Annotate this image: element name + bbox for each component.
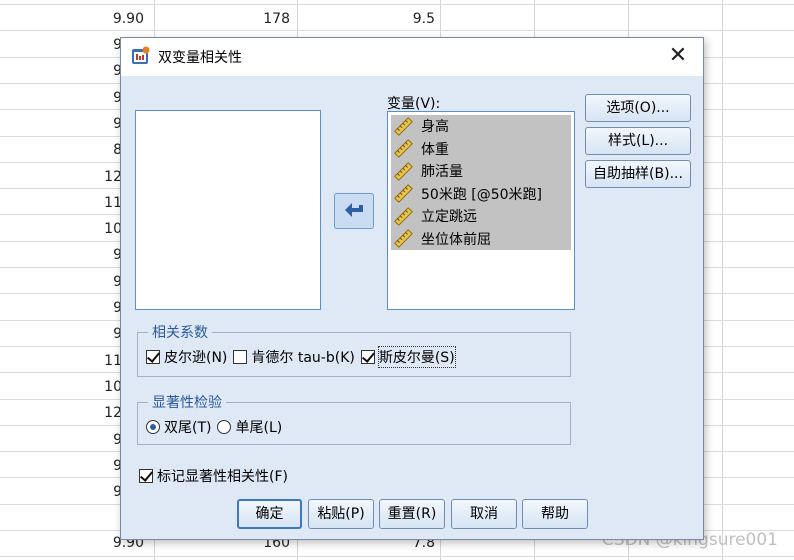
scale-variable-icon — [394, 139, 413, 159]
app-icon — [132, 46, 150, 64]
sheet-cell[interactable]: 9 — [60, 321, 122, 347]
sheet-cell[interactable]: 12 — [60, 164, 122, 190]
variable-label: 身高 — [421, 119, 449, 136]
radio-label: 双尾(T) — [164, 420, 212, 436]
significance-test-group: 显著性检验 双尾(T) 单尾(L) — [137, 392, 571, 445]
variable-label: 体重 — [421, 141, 449, 158]
radio-button[interactable] — [217, 420, 232, 434]
variable-label: 50米跑 [@50米跑] — [421, 186, 543, 203]
radio-label: 单尾(L) — [235, 420, 283, 436]
variable-item[interactable]: 体重 — [391, 137, 571, 160]
paste-button[interactable]: 粘贴(P) — [308, 499, 374, 529]
spearman-checkbox[interactable]: 斯皮尔曼(S) — [360, 346, 456, 368]
scale-variable-icon — [394, 116, 413, 136]
cancel-button[interactable]: 取消 — [451, 499, 517, 529]
sheet-cell[interactable]: 178 — [200, 6, 290, 32]
sheet-cell[interactable]: 10 — [60, 216, 122, 242]
options-button[interactable]: 选项(O)... — [585, 94, 691, 122]
variable-item[interactable]: 身高 — [391, 115, 571, 138]
variable-label: 坐位体前屈 — [421, 231, 491, 248]
sheet-cell[interactable]: 9 — [60, 58, 122, 84]
checkbox-box[interactable] — [233, 350, 248, 364]
two-tailed-radio[interactable]: 双尾(T) — [146, 417, 211, 437]
scale-variable-icon — [394, 184, 413, 204]
grid-column-line — [722, 0, 723, 560]
group-title: 相关系数 — [148, 322, 212, 342]
variable-item[interactable]: 肺活量 — [391, 160, 571, 183]
checkbox-label: 肯德尔 tau-b(K) — [251, 350, 355, 366]
bootstrap-button[interactable]: 自助抽样(B)... — [585, 160, 691, 188]
close-icon: ✕ — [668, 43, 688, 68]
close-button[interactable]: ✕ — [665, 44, 691, 70]
checkbox-label: 斯皮尔曼(S) — [377, 346, 456, 368]
style-button[interactable]: 样式(L)... — [585, 127, 691, 155]
sheet-cell[interactable]: 9 — [60, 111, 122, 137]
help-button[interactable]: 帮助 — [522, 499, 588, 529]
arrow-left-icon — [345, 203, 363, 217]
scale-variable-icon — [394, 229, 413, 249]
checkbox-box[interactable] — [146, 350, 160, 364]
variables-label: 变量(V): — [387, 96, 441, 112]
grid-row-line — [0, 556, 794, 558]
sheet-cell[interactable]: 9.5 — [343, 6, 435, 32]
sheet-cell[interactable]: 9 — [60, 295, 122, 321]
correlation-coefficients-group: 相关系数 皮尔逊(N) 肯德尔 tau-b(K) 斯皮尔曼(S) — [137, 322, 571, 377]
variable-item[interactable]: 坐位体前屈 — [391, 227, 571, 250]
scale-variable-icon — [394, 161, 413, 181]
sheet-cell[interactable]: 11 — [60, 190, 122, 216]
bivariate-correlations-dialog: 双变量相关性 ✕ 变量(V): 身高体重肺活量 50米跑 [@50米跑] 立定跳远坐… — [120, 37, 704, 540]
group-title: 显著性检验 — [148, 392, 226, 412]
move-variable-button[interactable] — [334, 193, 374, 229]
scale-variable-icon — [394, 206, 413, 226]
sheet-cell[interactable]: 12 — [60, 400, 122, 426]
sheet-cell[interactable]: 9 — [60, 453, 122, 479]
checkbox-box[interactable] — [360, 350, 375, 364]
selected-variable-list[interactable]: 身高体重肺活量 50米跑 [@50米跑] 立定跳远坐位体前屈 — [387, 111, 575, 310]
variable-label: 肺活量 — [421, 164, 463, 181]
dialog-titlebar[interactable]: 双变量相关性 ✕ — [121, 38, 703, 76]
sheet-cell[interactable]: 9 — [60, 269, 122, 295]
variable-label: 立定跳远 — [421, 209, 477, 226]
grid-row-line — [0, 4, 794, 5]
flag-significant-checkbox[interactable]: 标记显著性相关性(F) — [139, 466, 288, 486]
reset-button[interactable]: 重置(R) — [379, 499, 445, 529]
sheet-cell[interactable]: 9 — [60, 32, 122, 58]
variable-item[interactable]: 立定跳远 — [391, 205, 571, 228]
checkbox-label: 皮尔逊(N) — [164, 350, 228, 366]
flag-significant-label: 标记显著性相关性(F) — [157, 469, 288, 485]
one-tailed-radio[interactable]: 单尾(L) — [217, 417, 282, 437]
sheet-cell[interactable]: 9 — [60, 427, 122, 453]
sheet-cell[interactable]: 10 — [60, 374, 122, 400]
sheet-cell[interactable]: 11 — [60, 348, 122, 374]
sheet-cell[interactable]: 9 — [60, 242, 122, 268]
ok-button[interactable]: 确定 — [237, 499, 302, 529]
sheet-cell[interactable]: 9.90 — [60, 6, 144, 32]
checkbox-box[interactable] — [139, 469, 153, 483]
kendall-checkbox[interactable]: 肯德尔 tau-b(K) — [233, 347, 355, 367]
sheet-cell[interactable]: 9 — [60, 479, 122, 505]
sheet-cell[interactable]: 8 — [60, 137, 122, 163]
dialog-title: 双变量相关性 — [158, 50, 242, 66]
variable-item[interactable]: 50米跑 [@50米跑] — [391, 182, 571, 205]
sheet-cell[interactable]: 9 — [60, 85, 122, 111]
source-variable-list[interactable] — [135, 110, 321, 310]
radio-button[interactable] — [146, 420, 160, 434]
pearson-checkbox[interactable]: 皮尔逊(N) — [146, 347, 227, 367]
